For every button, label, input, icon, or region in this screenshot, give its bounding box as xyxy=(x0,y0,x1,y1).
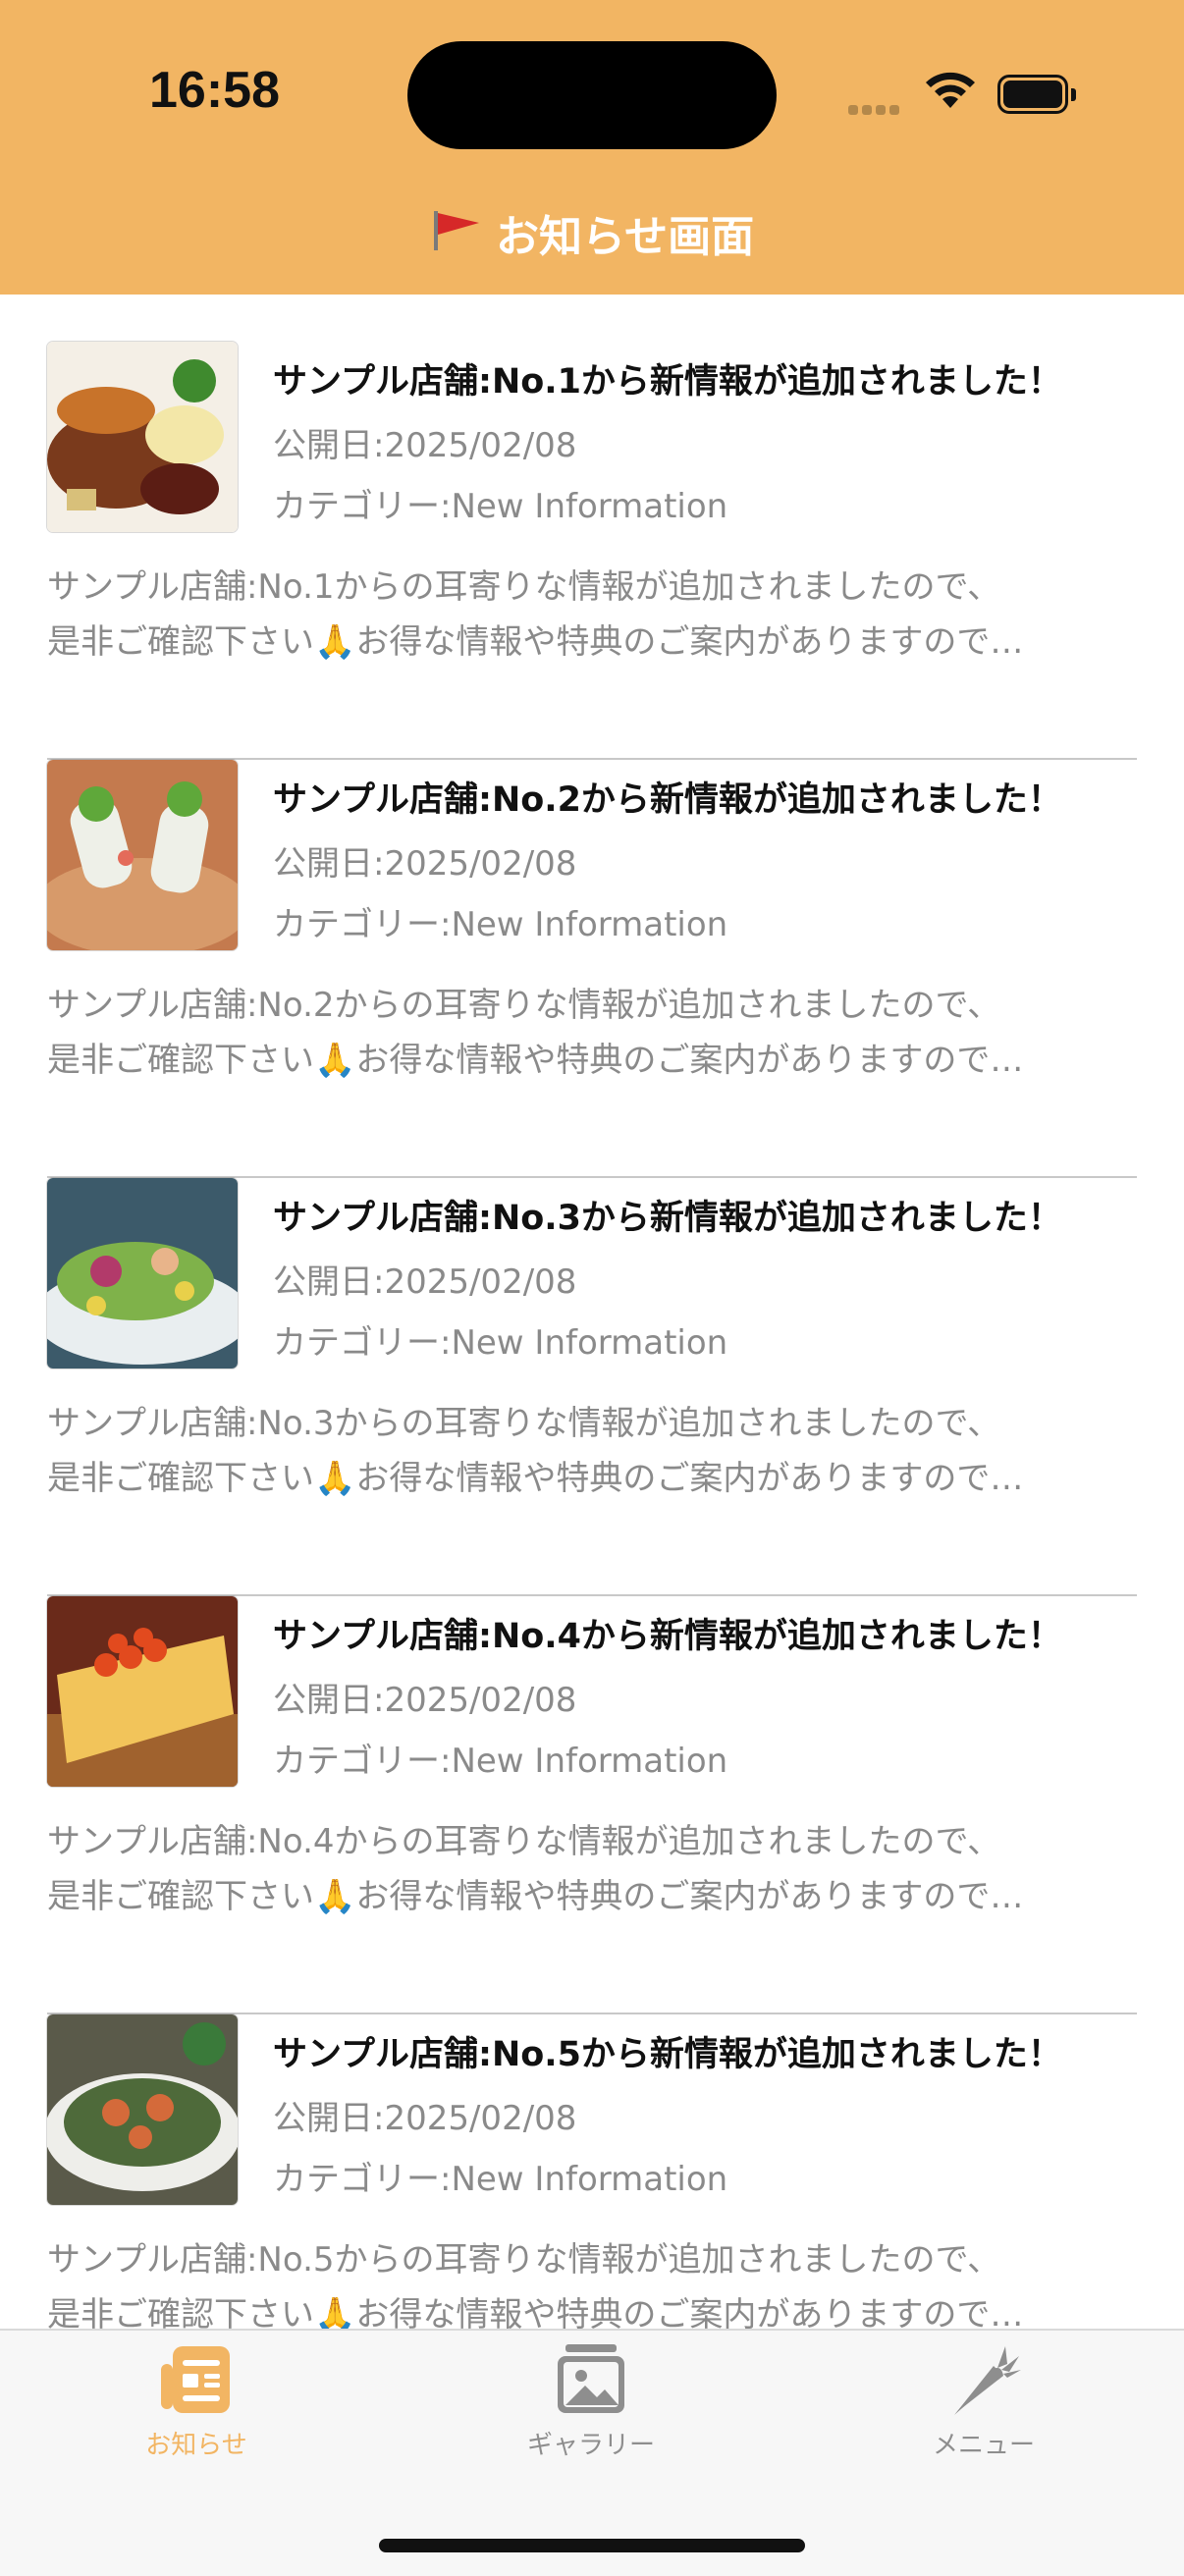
news-thumbnail xyxy=(47,1596,238,1787)
news-excerpt: サンプル店舗:No.2からの耳寄りな情報が追加されましたので、 是非ご確認下さい… xyxy=(47,978,1137,1088)
cellular-signal-icon xyxy=(848,100,907,115)
red-flag-icon xyxy=(430,209,483,256)
news-excerpt: サンプル店舗:No.5からの耳寄りな情報が追加されましたので、 是非ご確認下さい… xyxy=(47,2232,1137,2342)
news-excerpt: サンプル店舗:No.3からの耳寄りな情報が追加されましたので、 是非ご確認下さい… xyxy=(47,1396,1137,1506)
news-excerpt-line: サンプル店舗:No.1からの耳寄りな情報が追加されましたので、 xyxy=(47,567,1001,607)
news-list-item[interactable]: サンプル店舗:No.2から新情報が追加されました！ 公開日:2025/02/08… xyxy=(47,760,1137,1178)
news-list-item[interactable]: サンプル店舗:No.4から新情報が追加されました！ 公開日:2025/02/08… xyxy=(47,1596,1137,2014)
wifi-icon xyxy=(923,69,978,116)
news-list-item[interactable]: サンプル店舗:No.3から新情報が追加されました！ 公開日:2025/02/08… xyxy=(47,1178,1137,1596)
dynamic-island xyxy=(407,41,777,149)
news-list-icon xyxy=(69,2340,324,2419)
carrot-icon xyxy=(856,2340,1111,2419)
news-excerpt-line: サンプル店舗:No.2からの耳寄りな情報が追加されましたので、 xyxy=(47,986,1001,1025)
news-excerpt-line: サンプル店舗:No.5からの耳寄りな情報が追加されましたので、 xyxy=(47,2240,1001,2280)
news-title: サンプル店舗:No.4から新情報が追加されました！ xyxy=(273,1617,1062,1656)
news-excerpt-line: 是非ご確認下さい🙏お得な情報や特典のご案内がありますので… xyxy=(47,1041,1024,1080)
news-thumbnail xyxy=(47,1178,238,1368)
news-excerpt: サンプル店舗:No.4からの耳寄りな情報が追加されましたので、 是非ご確認下さい… xyxy=(47,1814,1137,1924)
news-thumbnail xyxy=(47,342,238,532)
news-category: カテゴリー:New Information xyxy=(273,1323,728,1363)
news-excerpt-line: サンプル店舗:No.3からの耳寄りな情報が追加されましたので、 xyxy=(47,1404,1001,1443)
navigation-header: 16:58 お知らせ画面 xyxy=(0,0,1184,295)
tab-label: お知らせ xyxy=(145,2431,247,2460)
tab-menu[interactable]: メニュー xyxy=(856,2340,1111,2488)
news-date: 公開日:2025/02/08 xyxy=(273,1681,577,1720)
tab-label: ギャラリー xyxy=(526,2431,655,2460)
news-thumbnail xyxy=(47,2014,238,2205)
news-date: 公開日:2025/02/08 xyxy=(273,426,577,465)
tab-gallery[interactable]: ギャラリー xyxy=(463,2340,719,2488)
news-title: サンプル店舗:No.1から新情報が追加されました！ xyxy=(273,362,1062,402)
news-list-item[interactable]: サンプル店舗:No.1から新情報が追加されました！ 公開日:2025/02/08… xyxy=(47,342,1137,760)
news-date: 公開日:2025/02/08 xyxy=(273,844,577,884)
news-thumbnail xyxy=(47,760,238,950)
news-title: サンプル店舗:No.2から新情報が追加されました！ xyxy=(273,780,1062,820)
battery-icon xyxy=(997,75,1076,114)
news-excerpt: サンプル店舗:No.1からの耳寄りな情報が追加されましたので、 是非ご確認下さい… xyxy=(47,560,1137,670)
news-excerpt-line: 是非ご確認下さい🙏お得な情報や特典のご案内がありますので… xyxy=(47,622,1024,662)
tab-label: メニュー xyxy=(932,2431,1035,2460)
news-category: カテゴリー:New Information xyxy=(273,487,728,526)
news-excerpt-line: サンプル店舗:No.4からの耳寄りな情報が追加されましたので、 xyxy=(47,1822,1001,1861)
tab-news[interactable]: お知らせ xyxy=(69,2340,324,2488)
news-category: カテゴリー:New Information xyxy=(273,1742,728,1781)
news-date: 公開日:2025/02/08 xyxy=(273,2099,577,2138)
status-time: 16:58 xyxy=(149,62,280,119)
news-category: カテゴリー:New Information xyxy=(273,2160,728,2199)
news-category: カテゴリー:New Information xyxy=(273,905,728,944)
news-excerpt-line: 是非ご確認下さい🙏お得な情報や特典のご案内がありますので… xyxy=(47,1459,1024,1498)
gallery-photo-icon xyxy=(463,2340,719,2419)
news-date: 公開日:2025/02/08 xyxy=(273,1262,577,1302)
news-title: サンプル店舗:No.3から新情報が追加されました！ xyxy=(273,1199,1062,1238)
news-title: サンプル店舗:No.5から新情報が追加されました！ xyxy=(273,2035,1062,2074)
news-excerpt-line: 是非ご確認下さい🙏お得な情報や特典のご案内がありますので… xyxy=(47,1877,1024,1916)
home-indicator xyxy=(379,2539,805,2552)
page-title: お知らせ画面 xyxy=(495,212,755,262)
